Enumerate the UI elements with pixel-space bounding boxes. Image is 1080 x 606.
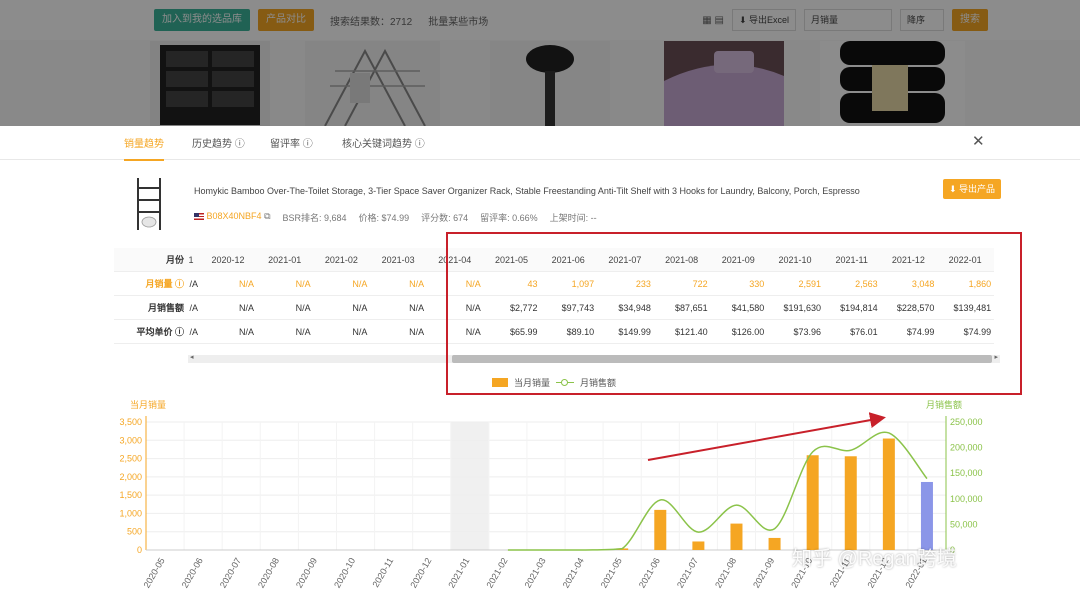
table-cell-revenue: N/A <box>352 303 368 313</box>
price: 价格: $74.99 <box>358 213 410 223</box>
modal-overlay[interactable] <box>0 0 1080 126</box>
watermark: 知乎 @Regan跨境 <box>792 548 957 570</box>
y-tick-label: 2,500 <box>119 454 142 464</box>
us-flag-icon <box>194 213 204 221</box>
table-cell-month: 2021-01 <box>268 255 302 265</box>
y-axis-label: 当月销量 <box>130 399 166 410</box>
highlight-box <box>446 232 1022 395</box>
x-tick-label: 2020-07 <box>218 556 243 590</box>
y-tick-label: 500 <box>127 527 142 537</box>
trend-arrow <box>647 412 886 461</box>
product-meta: B08X40NBF4 ⧉ BSR排名: 9,684 价格: $74.99 评分数… <box>194 211 597 224</box>
scroll-left-icon[interactable]: ◂ <box>190 353 194 361</box>
review-rate: 留评率: 0.66% <box>480 213 538 223</box>
y-tick-label: 3,000 <box>119 435 142 445</box>
table-cell-revenue: N/A <box>238 303 254 313</box>
row-label-revenue: 月销售额 <box>147 303 184 313</box>
table-cell-units: N/A <box>295 279 311 289</box>
bar <box>768 537 781 550</box>
asin-group: B08X40NBF4 ⧉ <box>194 211 271 224</box>
y-tick-label: 2,000 <box>119 472 142 482</box>
x-tick-label: 2021-01 <box>446 556 471 590</box>
bar <box>654 509 667 550</box>
y-tick-label: 0 <box>137 545 142 555</box>
bar <box>882 438 895 550</box>
x-tick-label: 2020-12 <box>408 556 433 590</box>
table-cell-units: /A <box>189 279 198 289</box>
table-cell-avg: N/A <box>238 327 254 337</box>
tab-keyword-trend[interactable]: 核心关键词趋势 ⓘ <box>342 135 425 150</box>
x-tick-label: 2020-08 <box>256 556 281 590</box>
table-cell-avg: /A <box>189 327 198 337</box>
download-icon: ⬇ <box>948 184 960 194</box>
rating-count: 评分数: 674 <box>421 213 469 223</box>
table-cell-avg: N/A <box>352 327 368 337</box>
bar <box>730 523 743 550</box>
table-cell-revenue: /A <box>189 303 198 313</box>
y-tick-label: 3,500 <box>119 417 142 427</box>
tab-sales-trend[interactable]: 销量趋势 <box>124 135 164 161</box>
export-product-button[interactable]: ⬇ 导出产品 <box>943 179 1001 199</box>
y-tick-label: 1,000 <box>119 508 142 518</box>
launch-date: 上架时间: -- <box>549 213 597 223</box>
sales-trend-modal: 销量趋势 历史趋势 ⓘ 留评率 ⓘ 核心关键词趋势 ⓘ ✕ Homykic Ba… <box>0 126 1080 606</box>
row-label-month: 月份 <box>165 255 184 265</box>
table-cell-avg: N/A <box>409 327 425 337</box>
y2-axis-label: 月销售额 <box>926 399 962 410</box>
bar <box>806 455 819 550</box>
close-icon[interactable]: ✕ <box>972 132 985 150</box>
tab-bar: 销量趋势 历史趋势 ⓘ 留评率 ⓘ 核心关键词趋势 ⓘ ✕ <box>0 126 1080 161</box>
x-tick-label: 2021-04 <box>561 556 586 590</box>
y2-tick-label: 150,000 <box>950 468 983 478</box>
product-image <box>137 178 161 230</box>
bar <box>692 541 705 550</box>
table-cell-units: N/A <box>352 279 368 289</box>
x-tick-label: 2021-07 <box>675 556 700 590</box>
table-cell-month: 2021-02 <box>324 255 358 265</box>
y2-tick-label: 200,000 <box>950 443 983 453</box>
x-tick-label: 2021-06 <box>637 556 662 590</box>
x-tick-label: 2020-06 <box>180 556 205 590</box>
table-cell-revenue: N/A <box>409 303 425 313</box>
x-tick-label: 2020-05 <box>142 556 167 590</box>
table-cell-month: 2020-12 <box>211 255 245 265</box>
bar <box>920 481 933 550</box>
product-title[interactable]: Homykic Bamboo Over-The-Toilet Storage, … <box>194 186 860 196</box>
x-tick-label: 2021-03 <box>523 556 548 590</box>
x-tick-label: 2021-09 <box>751 556 776 590</box>
table-cell-revenue: N/A <box>295 303 311 313</box>
y-tick-label: 1,500 <box>119 490 142 500</box>
bsr-rank: BSR排名: 9,684 <box>282 213 347 223</box>
x-tick-label: 2020-09 <box>294 556 319 590</box>
bar <box>844 456 857 550</box>
tab-review-rate[interactable]: 留评率 ⓘ <box>270 135 313 150</box>
table-cell-units: N/A <box>409 279 425 289</box>
asin[interactable]: B08X40NBF4 <box>207 211 262 221</box>
export-product-label: 导出产品 <box>959 184 996 194</box>
table-cell-month: 2021-03 <box>381 255 415 265</box>
table-cell-avg: N/A <box>295 327 311 337</box>
x-tick-label: 2021-05 <box>599 556 624 590</box>
highlight-band <box>450 422 489 550</box>
y2-tick-label: 50,000 <box>950 519 978 529</box>
x-tick-label: 2020-11 <box>371 556 396 589</box>
row-label-avg-price: 平均单价 ⓘ <box>136 327 184 337</box>
x-tick-label: 2021-02 <box>484 556 509 590</box>
table-cell-units: N/A <box>238 279 254 289</box>
x-tick-label: 2020-10 <box>332 556 357 590</box>
tab-history-trend[interactable]: 历史趋势 ⓘ <box>192 135 245 150</box>
y2-tick-label: 100,000 <box>950 494 983 504</box>
y2-tick-label: 250,000 <box>950 417 983 427</box>
copy-icon[interactable]: ⧉ <box>264 211 270 221</box>
table-cell-month: 1 <box>188 255 194 265</box>
row-label-units: 月销量 ⓘ <box>145 279 184 289</box>
sales-chart: 05001,0001,5002,0002,5003,0003,500050,00… <box>119 399 983 590</box>
x-tick-label: 2021-08 <box>713 556 738 590</box>
